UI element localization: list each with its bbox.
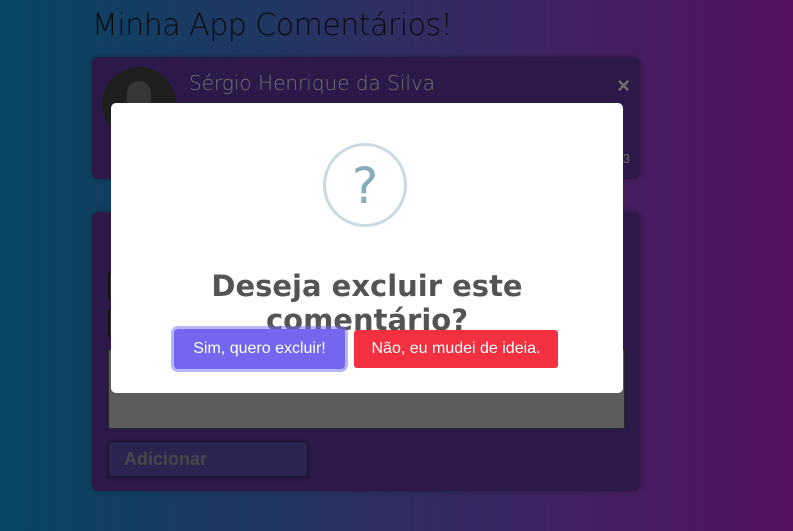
cancel-delete-button[interactable]: Não, eu mudei de ideia.	[354, 330, 558, 368]
question-icon: ?	[323, 143, 407, 227]
confirm-dialog: ? Deseja excluir este comentário? Sim, q…	[111, 103, 623, 393]
confirm-delete-button[interactable]: Sim, quero excluir!	[174, 329, 345, 369]
dialog-title: Deseja excluir este comentário?	[211, 269, 523, 337]
